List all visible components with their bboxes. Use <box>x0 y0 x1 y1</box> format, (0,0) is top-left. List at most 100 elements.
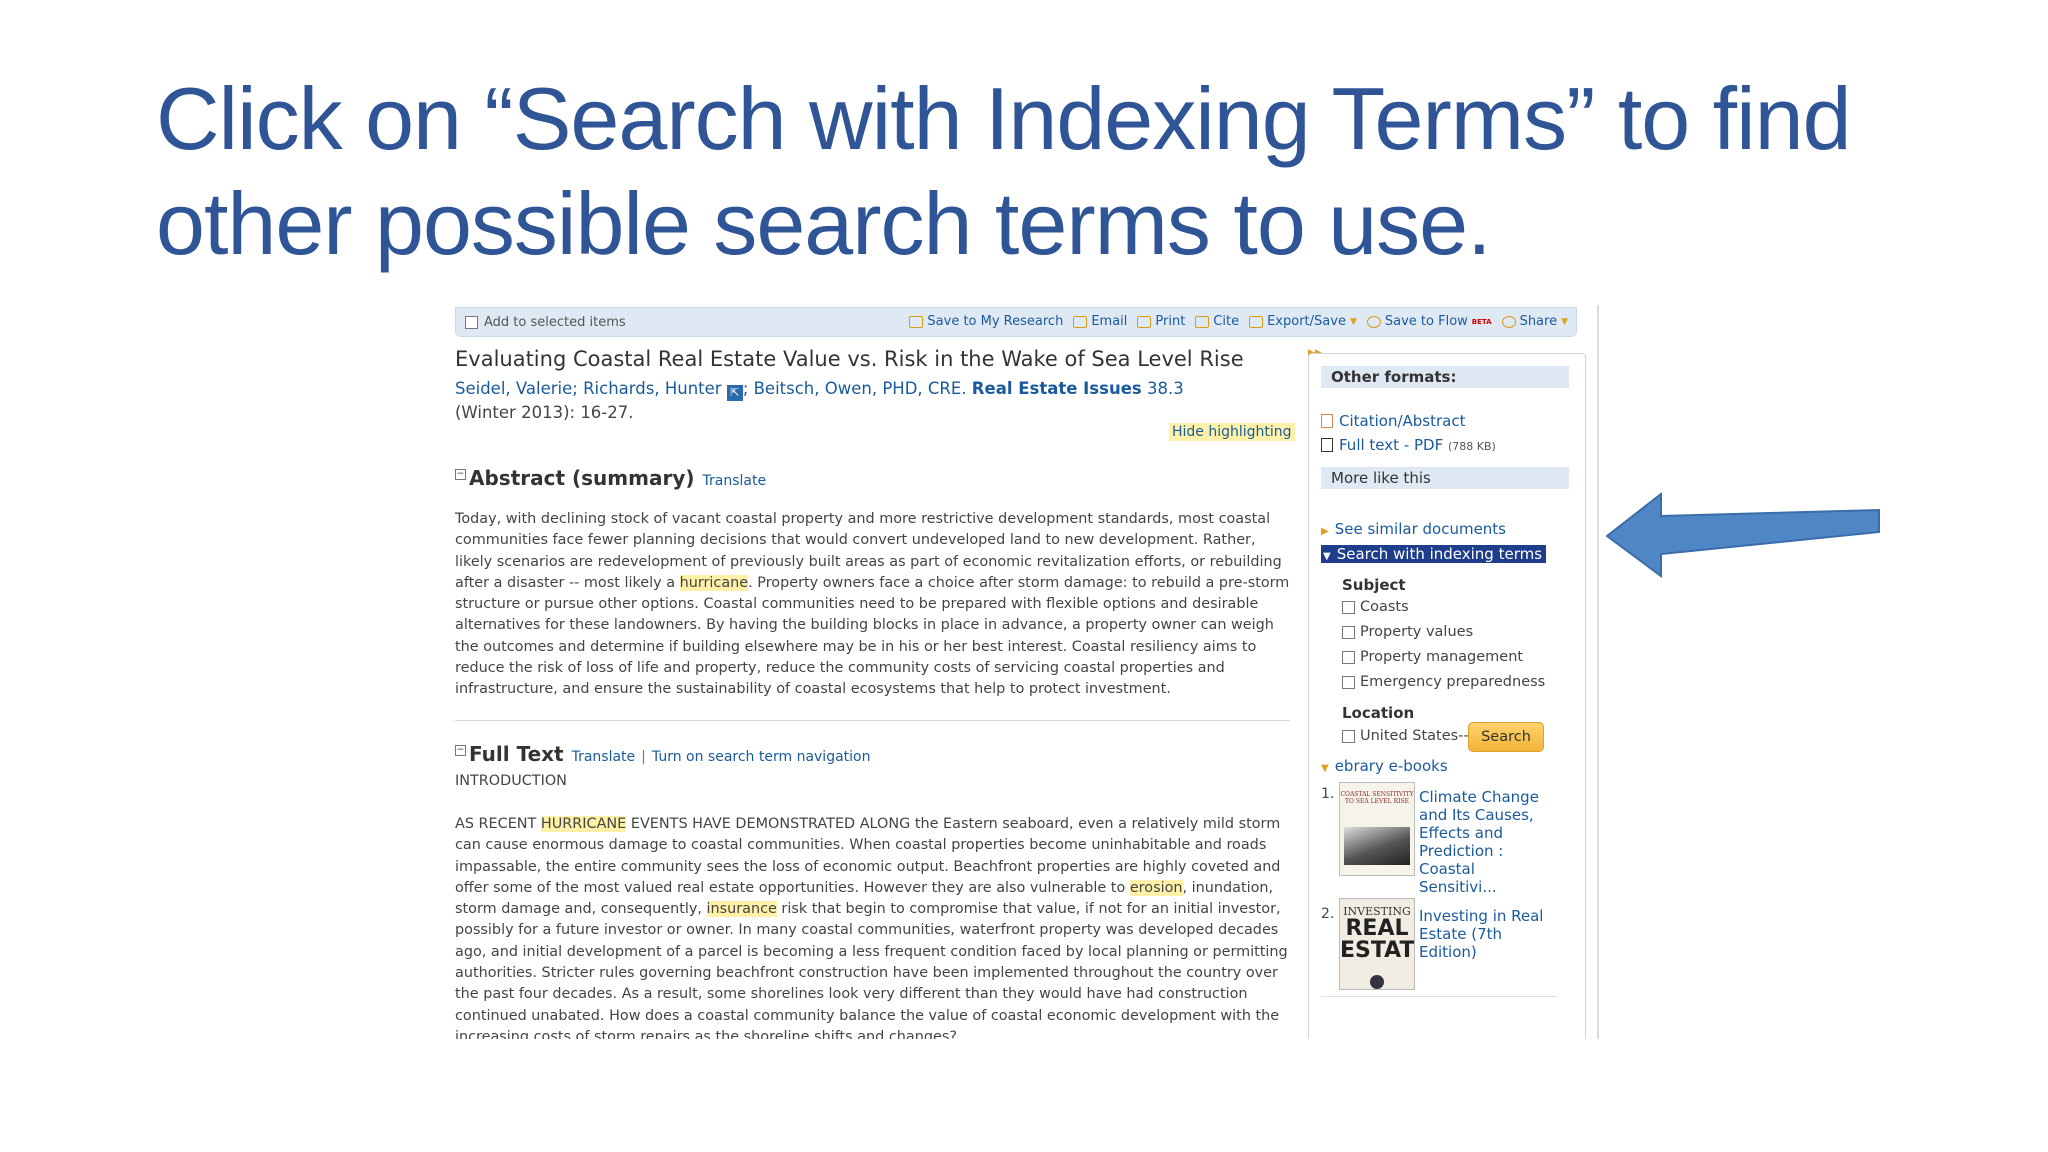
book-title-link[interactable]: Climate Change and Its Causes, Effects a… <box>1419 788 1549 896</box>
screenshot-edge <box>1597 305 1599 1039</box>
ebrary-ebooks-toggle[interactable]: ▼ ebrary e-books <box>1321 757 1448 775</box>
chevron-down-icon: ▼ <box>1321 763 1329 774</box>
separator: | <box>641 749 646 765</box>
search-with-indexing-terms-label: Search with indexing terms <box>1336 545 1543 563</box>
subject-checkbox[interactable] <box>1342 675 1355 689</box>
collapse-toggle-icon[interactable]: − <box>455 745 466 756</box>
fulltext-pdf-label: Full text - PDF <box>1339 436 1444 454</box>
subject-checkbox[interactable] <box>1342 600 1355 614</box>
cite-label: Cite <box>1213 314 1240 329</box>
search-term-navigation-link[interactable]: Turn on search term navigation <box>652 749 871 765</box>
abstract-heading-text: Abstract (summary) <box>469 466 695 490</box>
slide-title-line-2: other possible search terms to use. <box>156 174 1492 273</box>
subject-option-label: Emergency preparedness <box>1360 674 1546 690</box>
pointer-arrow-icon <box>1605 492 1880 578</box>
pdf-icon <box>1321 438 1333 452</box>
book-cover-image[interactable]: COASTAL SENSITIVITY TO SEA LEVEL RISE <box>1339 782 1415 876</box>
subject-checkbox[interactable] <box>1342 625 1355 639</box>
email-label: Email <box>1091 314 1128 329</box>
sidebar: Other formats: Citation/Abstract Full te… <box>1308 353 1586 1039</box>
slide-title-line-1: Click on “Search with Indexing Terms” to… <box>156 69 1852 168</box>
fulltext-intro-heading: INTRODUCTION <box>455 773 567 789</box>
share-icon <box>1501 315 1516 328</box>
hide-highlighting-link[interactable]: Hide highlighting <box>1169 423 1295 441</box>
flow-icon <box>1366 315 1381 328</box>
fulltext-heading-text: Full Text <box>469 742 564 766</box>
print-label: Print <box>1155 314 1186 329</box>
subject-option[interactable]: Emergency preparedness <box>1342 674 1545 690</box>
save-to-my-research-button[interactable]: Save to My Research <box>909 314 1063 329</box>
book-title-link[interactable]: Investing in Real Estate (7th Edition) <box>1419 907 1549 961</box>
fulltext-part: AS RECENT <box>455 816 541 832</box>
subject-option[interactable]: Property values <box>1342 624 1473 640</box>
cover-emblem <box>1370 975 1384 989</box>
printer-icon <box>1137 315 1152 328</box>
book-cover-text: ESTATE <box>1340 938 1415 963</box>
cite-button[interactable]: Cite <box>1195 314 1239 329</box>
save-to-flow-label: Save to Flow <box>1384 314 1468 329</box>
save-to-my-research-label: Save to My Research <box>927 314 1064 329</box>
book-cover-image[interactable]: INVESTING REAL ESTATE <box>1339 898 1415 990</box>
book-number: 1. <box>1321 786 1335 802</box>
location-checkbox[interactable] <box>1342 729 1355 743</box>
highlighted-term: hurricane <box>679 574 749 591</box>
book-cover-text: COASTAL SENSITIVITY TO SEA LEVEL RISE <box>1340 791 1414 805</box>
save-to-flow-button[interactable]: Save to Flow BETA <box>1366 314 1492 329</box>
subject-label: Subject <box>1342 576 1406 594</box>
section-divider <box>455 720 1290 721</box>
author-profile-icon[interactable]: ⇱ <box>726 385 743 401</box>
subject-option-label: Property values <box>1360 624 1474 640</box>
subject-checkbox[interactable] <box>1342 650 1355 664</box>
book-cover-text: REAL <box>1345 916 1409 941</box>
chevron-down-icon: ▼ <box>1323 551 1331 562</box>
export-save-label: Export/Save <box>1267 314 1346 329</box>
subject-option[interactable]: Property management <box>1342 649 1523 665</box>
print-button[interactable]: Print <box>1137 314 1185 329</box>
book-number: 2. <box>1321 906 1335 922</box>
fulltext-heading: − Full Text Translate | Turn on search term … <box>455 742 870 766</box>
chevron-down-icon: ▼ <box>1349 316 1357 327</box>
article-authors: Seidel, Valerie; Richards, Hunter ⇱; Bei… <box>455 379 1184 401</box>
slide-title: Click on “Search with Indexing Terms” to… <box>156 66 1956 276</box>
email-button[interactable]: Email <box>1073 314 1127 329</box>
envelope-icon <box>1073 315 1088 328</box>
export-save-button[interactable]: Export/Save ▼ <box>1249 314 1357 329</box>
add-to-selected-checkbox[interactable] <box>465 316 478 329</box>
other-formats-header: Other formats: <box>1321 366 1569 388</box>
search-button[interactable]: Search <box>1468 722 1544 752</box>
article-title: Evaluating Coastal Real Estate Value vs.… <box>455 347 1244 371</box>
see-similar-documents-link[interactable]: ▶ See similar documents <box>1321 520 1506 538</box>
collapse-toggle-icon[interactable]: − <box>455 469 466 480</box>
authors-link-2[interactable]: ; Beitsch, Owen, PHD, CRE. <box>743 379 967 398</box>
location-option[interactable]: United States--US <box>1342 728 1488 744</box>
more-like-this-header: More like this <box>1321 467 1569 489</box>
subject-option-label: Coasts <box>1360 599 1409 615</box>
article-date-pages: (Winter 2013): 16-27. <box>455 403 634 422</box>
pdf-size: (788 KB) <box>1447 440 1496 453</box>
search-with-indexing-terms-link[interactable]: ▼ Search with indexing terms <box>1321 545 1547 563</box>
ebrary-ebooks-label: ebrary e-books <box>1334 757 1448 775</box>
abstract-text-part: . Property owners face a choice after st… <box>455 574 1290 698</box>
fulltext-translate-link[interactable]: Translate <box>572 749 636 765</box>
volume-link[interactable]: 38.3 <box>1147 379 1184 398</box>
fulltext-pdf-link[interactable]: Full text - PDF (788 KB) <box>1321 436 1496 454</box>
see-similar-documents-label: See similar documents <box>1334 520 1507 538</box>
subject-option[interactable]: Coasts <box>1342 599 1409 615</box>
disk-icon <box>1249 315 1264 328</box>
chevron-down-icon: ▼ <box>1561 316 1568 327</box>
toolbar-actions: Save to My Research Email Print Cite Exp… <box>909 314 1568 329</box>
citation-abstract-link[interactable]: Citation/Abstract <box>1321 412 1465 430</box>
share-button[interactable]: Share ▼ <box>1501 314 1568 329</box>
arrow-shape <box>1605 492 1880 578</box>
journal-link[interactable]: Real Estate Issues <box>972 379 1142 398</box>
proquest-screenshot: Add to selected items Save to My Researc… <box>455 305 1602 1039</box>
abstract-heading: − Abstract (summary) Translate <box>455 466 766 490</box>
add-to-selected[interactable]: Add to selected items <box>465 315 626 330</box>
highlighted-term: insurance <box>706 901 777 918</box>
abstract-text: Today, with declining stock of vacant co… <box>455 509 1295 701</box>
list-divider <box>1321 996 1557 997</box>
authors-link[interactable]: Seidel, Valerie; Richards, Hunter <box>455 379 722 398</box>
fulltext-part: risk that begin to compromise that value… <box>455 901 1288 1039</box>
abstract-translate-link[interactable]: Translate <box>703 473 767 489</box>
document-icon <box>1321 414 1333 428</box>
